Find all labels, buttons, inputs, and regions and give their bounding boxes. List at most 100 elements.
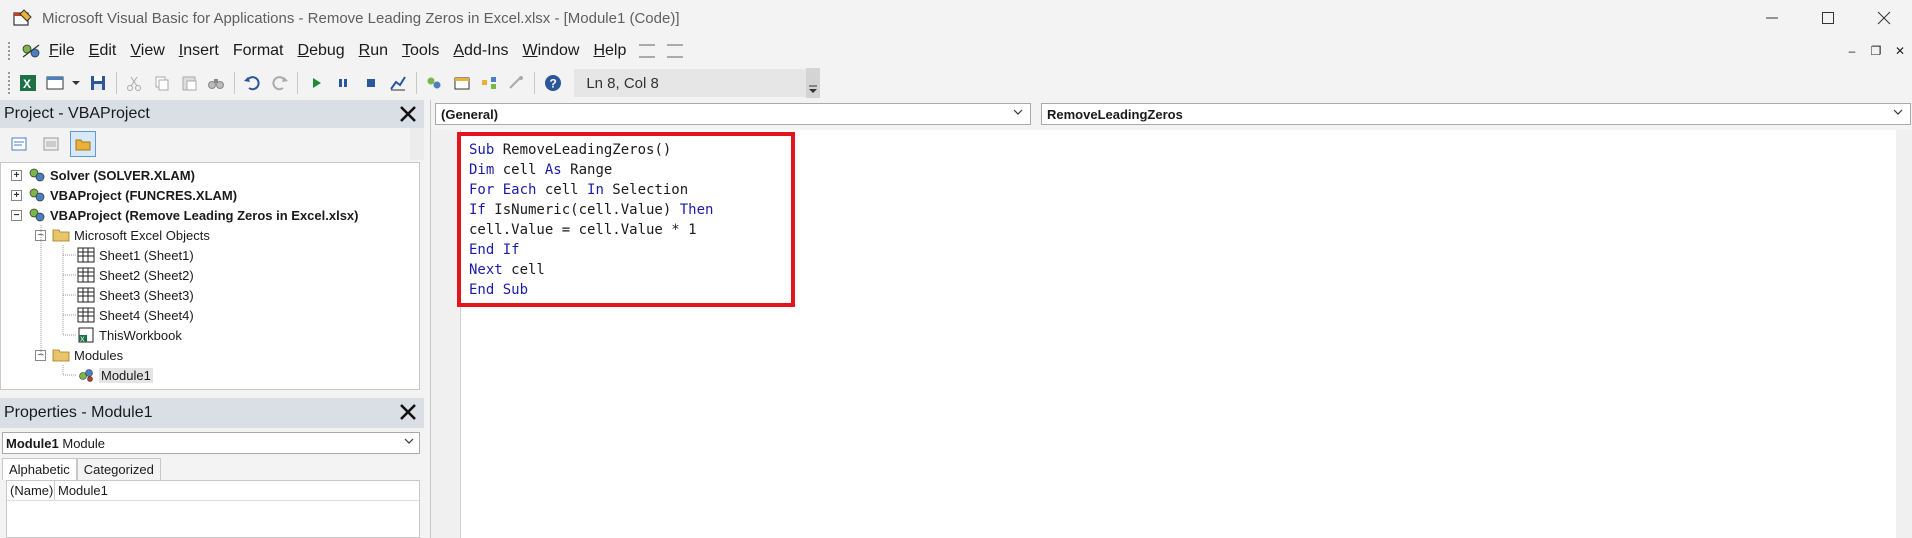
maximize-button[interactable] — [1800, 0, 1856, 36]
menu-run-accel: R — [358, 42, 371, 59]
menu-help-accel: H — [593, 42, 605, 59]
menu-debug[interactable]: Debug — [291, 42, 352, 60]
svg-text:X: X — [23, 77, 31, 91]
run-icon[interactable] — [304, 71, 327, 95]
menu-window-label: indow — [537, 42, 580, 59]
save-icon[interactable] — [86, 71, 109, 95]
paste-icon[interactable] — [177, 71, 200, 95]
procedure-combo[interactable]: RemoveLeadingZeros — [1041, 103, 1911, 125]
menu-view-accel: V — [130, 42, 141, 59]
project-pane-header: Project - VBAProject — [0, 100, 424, 128]
chevron-down-icon[interactable] — [403, 435, 415, 450]
menu-help[interactable]: Help — [586, 42, 633, 60]
menu-edit-label: dit — [99, 42, 117, 59]
insert-userform-icon[interactable] — [43, 71, 66, 95]
object-combo[interactable]: (General) — [435, 103, 1031, 125]
project-toolbar-scroll[interactable] — [410, 128, 424, 160]
view-object-icon[interactable] — [38, 131, 64, 157]
undo-icon[interactable] — [241, 71, 264, 95]
mdi-restore-button[interactable]: ❐ — [1864, 44, 1888, 58]
menu-tools[interactable]: Tools — [395, 42, 446, 60]
menu-insert-label: nsert — [183, 42, 219, 59]
menu-grip[interactable] — [8, 42, 14, 60]
excel-view-icon[interactable]: X — [16, 71, 39, 95]
toolbar-grip[interactable] — [8, 72, 14, 94]
menu-insert[interactable]: Insert — [172, 42, 226, 60]
chevron-down-icon[interactable] — [1012, 106, 1024, 121]
break-icon[interactable] — [332, 71, 355, 95]
mdi-close-button[interactable]: ✕ — [1888, 44, 1912, 58]
toolbox-icon[interactable] — [505, 71, 528, 95]
menu-run-label: un — [370, 42, 389, 59]
menu-format-accel: F — [232, 42, 243, 59]
menu-debug-label: ebug — [309, 42, 345, 59]
mdi-controls: – ❐ ✕ — [1840, 36, 1912, 66]
project-pane-close-button[interactable] — [396, 102, 420, 126]
tab-alphabetic[interactable]: Alphabetic — [2, 458, 77, 480]
menu-view[interactable]: View — [123, 42, 171, 60]
properties-window-icon[interactable] — [450, 71, 473, 95]
toolbar-separator — [115, 72, 117, 94]
menu-tools-accel: T — [402, 42, 411, 59]
menu-edit-accel: E — [88, 42, 100, 59]
title-bar: Microsoft Visual Basic for Applications … — [0, 0, 1912, 36]
project-toolbar — [0, 128, 424, 160]
cursor-position-display: Ln 8, Col 8 — [574, 69, 806, 97]
property-value[interactable]: Module1 — [55, 481, 108, 500]
outdent-icon[interactable] — [667, 44, 684, 58]
menu-file-label: ile — [58, 42, 75, 59]
toggle-folders-icon[interactable] — [70, 131, 96, 157]
menu-file[interactable]: File — [42, 42, 82, 60]
code-vertical-scrollbar[interactable] — [1896, 130, 1912, 538]
help-icon[interactable]: ? — [541, 71, 564, 95]
properties-object-type: Module — [62, 435, 105, 451]
cut-icon[interactable] — [123, 71, 146, 95]
standard-toolbar: X ? Ln 8, Col 8 — [0, 66, 820, 100]
properties-pane-close-button[interactable] — [396, 400, 420, 424]
indent-icon[interactable] — [639, 44, 656, 58]
menu-edit[interactable]: Edit — [82, 42, 124, 60]
menu-window-accel: W — [522, 42, 538, 59]
view-code-icon[interactable] — [6, 131, 32, 157]
find-icon[interactable] — [205, 71, 228, 95]
project-tree: + Solver (SOLVER.XLAM) + VBAProject (FUN… — [0, 162, 420, 390]
procedure-combo-value: RemoveLeadingZeros — [1047, 106, 1183, 122]
close-button[interactable] — [1856, 0, 1912, 36]
mdi-minimize-button[interactable]: – — [1840, 44, 1864, 58]
vba-menu-icon[interactable] — [20, 41, 42, 61]
toolbar-options-button[interactable] — [805, 68, 820, 98]
redo-icon[interactable] — [268, 71, 291, 95]
chevron-down-icon[interactable] — [1892, 106, 1904, 121]
properties-object-dropdown[interactable]: Module1 Module — [2, 432, 420, 454]
reset-icon[interactable] — [359, 71, 382, 95]
toolbar-separator — [233, 72, 235, 94]
properties-pane-title: Properties - Module1 — [4, 404, 153, 421]
window-controls — [1744, 0, 1912, 36]
menu-add-ins-label: dd-Ins — [464, 42, 509, 59]
project-pane-title: Project - VBAProject — [4, 105, 150, 122]
tab-categorized[interactable]: Categorized — [76, 458, 161, 480]
object-browser-icon[interactable] — [477, 71, 500, 95]
object-combo-value: (General) — [441, 106, 499, 122]
copy-icon[interactable] — [150, 71, 173, 95]
svg-text:?: ? — [549, 77, 556, 91]
design-mode-icon[interactable] — [386, 71, 409, 95]
toolbar-separator — [415, 72, 417, 94]
menu-file-accel: F — [49, 42, 59, 59]
code-highlight-box — [457, 132, 795, 307]
properties-tabs: Alphabetic Categorized — [2, 458, 161, 480]
properties-row[interactable]: (Name) Module1 — [7, 481, 419, 501]
menu-bar: File Edit View Insert Format Debug Run T… — [0, 36, 1912, 66]
menu-view-label: iew — [140, 42, 165, 59]
tree-connectors — [40, 225, 77, 376]
project-explorer-icon[interactable] — [423, 71, 446, 95]
menu-add-ins[interactable]: Add-Ins — [446, 42, 515, 60]
minimize-button[interactable] — [1744, 0, 1800, 36]
menu-help-label: elp — [605, 42, 627, 59]
menu-run[interactable]: Run — [352, 42, 395, 60]
menu-format[interactable]: Format — [226, 42, 291, 60]
dropdown-arrow-icon[interactable] — [71, 71, 83, 95]
vba-app-icon — [12, 7, 34, 29]
menu-window[interactable]: Window — [516, 42, 587, 60]
toolbar-separator — [297, 72, 299, 94]
